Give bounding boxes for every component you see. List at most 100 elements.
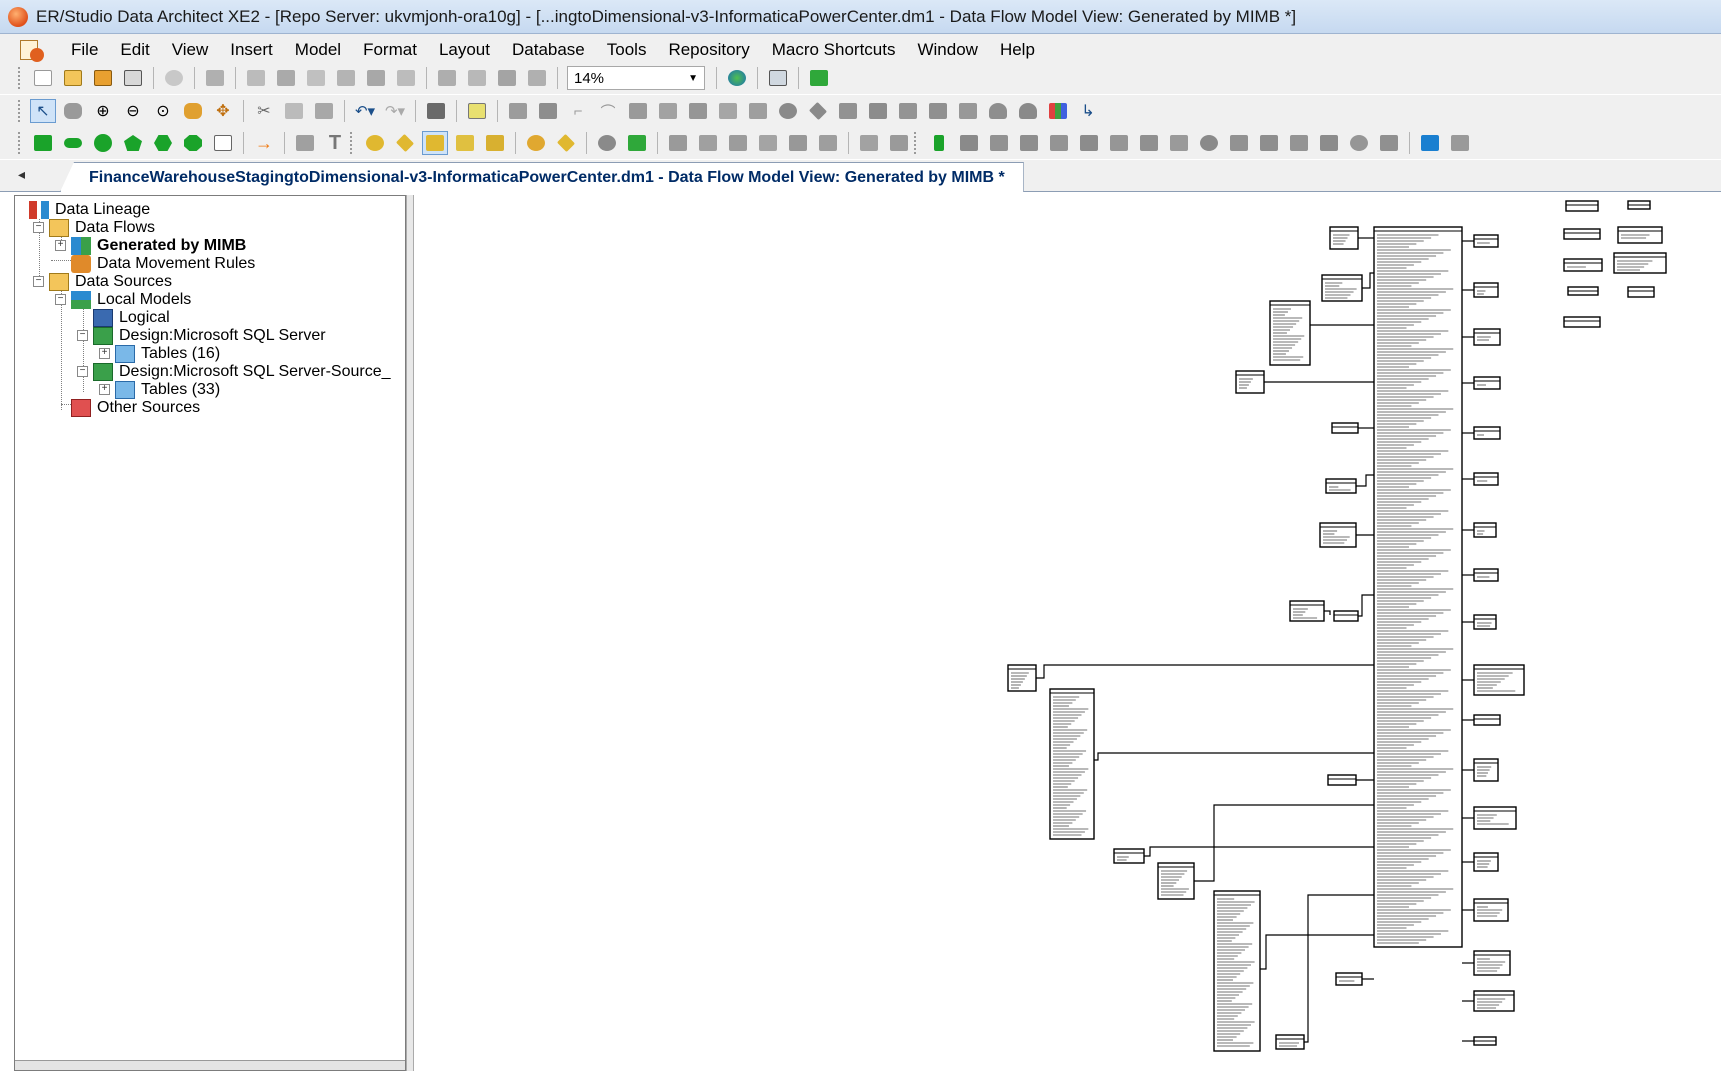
redo-icon[interactable]: ↷▾: [382, 99, 408, 123]
diagram-entity-box[interactable]: [1325, 478, 1357, 494]
arrow-line-icon[interactable]: →: [251, 131, 277, 155]
diagram-entity-box[interactable]: [1563, 316, 1601, 328]
tab-scroll-left-icon[interactable]: ◂: [18, 166, 25, 183]
repo-tool-icon[interactable]: [1076, 131, 1102, 155]
space-horizontal-icon[interactable]: [856, 131, 882, 155]
diagram-entity-box[interactable]: [1473, 426, 1501, 440]
rounded-rectangle-shape-icon[interactable]: [60, 131, 86, 155]
tab-active-document[interactable]: FinanceWarehouseStagingtoDimensional-v3-…: [60, 162, 1024, 192]
data-flow-tool-icon[interactable]: [362, 131, 388, 155]
tree-node-other-sources[interactable]: Other Sources: [71, 398, 200, 418]
data-flow-connector[interactable]: [1194, 804, 1374, 882]
shape-tool-icon[interactable]: [955, 99, 981, 123]
tree-node-tables-33[interactable]: + Tables (33): [99, 380, 220, 400]
collapse-icon[interactable]: −: [77, 366, 88, 377]
data-flow-connector[interactable]: [1036, 664, 1374, 679]
menu-layout[interactable]: Layout: [428, 40, 501, 60]
paste-icon[interactable]: [311, 99, 337, 123]
diagram-entity-box[interactable]: [1473, 522, 1497, 538]
diagram-entity-box[interactable]: [1473, 282, 1499, 298]
diagram-entity-box[interactable]: [1563, 258, 1603, 272]
repository-icon[interactable]: [926, 131, 952, 155]
toolbar-grip[interactable]: [914, 132, 918, 154]
format-painter-icon[interactable]: [423, 99, 449, 123]
menu-view[interactable]: View: [161, 40, 220, 60]
new-icon[interactable]: [30, 66, 56, 90]
diagram-entity-box[interactable]: [1329, 226, 1359, 250]
open-folder-icon[interactable]: [60, 66, 86, 90]
diagram-entity-box[interactable]: [1473, 664, 1525, 696]
relayout-icon[interactable]: [624, 131, 650, 155]
diagram-entity-box[interactable]: [1319, 522, 1357, 548]
data-flow-connector[interactable]: [1356, 474, 1374, 487]
connector-tool-icon[interactable]: [745, 99, 771, 123]
octagon-shape-icon[interactable]: [180, 131, 206, 155]
space-vertical-icon[interactable]: [886, 131, 912, 155]
zoom-area-icon[interactable]: ⊙: [150, 99, 176, 123]
data-flow-connector[interactable]: [1094, 752, 1374, 761]
data-flow-diagram-canvas[interactable]: [414, 195, 1721, 1071]
data-flow-connector[interactable]: [1304, 894, 1374, 1043]
diagram-entity-box[interactable]: [1473, 898, 1509, 922]
orthogonal-layout-icon[interactable]: [523, 131, 549, 155]
zoom-select[interactable]: 14% ▼: [567, 66, 705, 90]
connector-tool-icon[interactable]: [685, 99, 711, 123]
check-in-icon[interactable]: [956, 131, 982, 155]
diagram-entity-box[interactable]: [1627, 200, 1651, 210]
diagram-entity-box[interactable]: [1373, 226, 1463, 948]
report-icon[interactable]: [273, 66, 299, 90]
collapse-icon[interactable]: −: [55, 294, 66, 305]
connector-tool-icon[interactable]: [715, 99, 741, 123]
diagram-entity-box[interactable]: [1627, 286, 1655, 298]
check-out-icon[interactable]: [986, 131, 1012, 155]
diagram-entity-box[interactable]: [1473, 568, 1499, 582]
transfer-icon[interactable]: [494, 66, 520, 90]
tree-node-data-movement-rules[interactable]: Data Movement Rules: [71, 254, 255, 274]
diagram-entity-box[interactable]: [1473, 950, 1511, 976]
get-latest-icon[interactable]: [1016, 131, 1042, 155]
diagram-entity-box[interactable]: [1473, 614, 1497, 630]
shape-tool-icon[interactable]: [805, 99, 831, 123]
diagram-entity-box[interactable]: [1269, 300, 1311, 366]
submodel-icon[interactable]: [464, 66, 490, 90]
repo-tool-icon[interactable]: [1226, 131, 1252, 155]
diagram-entity-box[interactable]: [1333, 610, 1359, 622]
view-tool-icon[interactable]: [535, 99, 561, 123]
find-icon[interactable]: [765, 66, 791, 90]
tree-node-data-lineage[interactable]: Data Lineage: [29, 200, 150, 220]
transform-tool-icon[interactable]: [392, 131, 418, 155]
diagram-entity-box[interactable]: [1007, 664, 1037, 692]
align-right-icon[interactable]: [725, 131, 751, 155]
copy-icon[interactable]: [281, 99, 307, 123]
repo-tool-icon[interactable]: [1256, 131, 1282, 155]
collapse-icon[interactable]: −: [33, 276, 44, 287]
chevron-down-icon[interactable]: ▼: [688, 73, 698, 84]
repo-tool-icon[interactable]: [1136, 131, 1162, 155]
toolbar-grip[interactable]: [18, 100, 22, 122]
menu-file[interactable]: File: [60, 40, 109, 60]
elbow-connector-icon[interactable]: ↳: [1075, 99, 1101, 123]
diagram-entity-box[interactable]: [1473, 990, 1515, 1012]
toolbar-grip[interactable]: [350, 132, 354, 154]
align-center-icon[interactable]: [785, 131, 811, 155]
connector-tool-icon[interactable]: [625, 99, 651, 123]
repo-tool-icon[interactable]: [1106, 131, 1132, 155]
menu-repository[interactable]: Repository: [657, 40, 760, 60]
repo-tool-icon[interactable]: [1196, 131, 1222, 155]
relationship-tool-icon[interactable]: ⌐: [565, 99, 591, 123]
diagram-entity-box[interactable]: [1473, 328, 1501, 346]
diagram-entity-box[interactable]: [1473, 376, 1501, 390]
diagram-entity-box[interactable]: [1157, 862, 1195, 900]
explorer-bottom-tabs[interactable]: [15, 1060, 405, 1070]
security-icon[interactable]: [1447, 131, 1473, 155]
properties-icon[interactable]: [464, 99, 490, 123]
layout-tree-icon[interactable]: [806, 66, 832, 90]
save-icon[interactable]: [90, 66, 116, 90]
circular-layout-icon[interactable]: [452, 131, 478, 155]
align-left-icon[interactable]: [665, 131, 691, 155]
diagram-entity-box[interactable]: [1235, 370, 1265, 394]
menu-window[interactable]: Window: [906, 40, 988, 60]
diagram-entity-box[interactable]: [1113, 848, 1145, 864]
merge-icon[interactable]: [363, 66, 389, 90]
generate-icon[interactable]: [202, 66, 228, 90]
